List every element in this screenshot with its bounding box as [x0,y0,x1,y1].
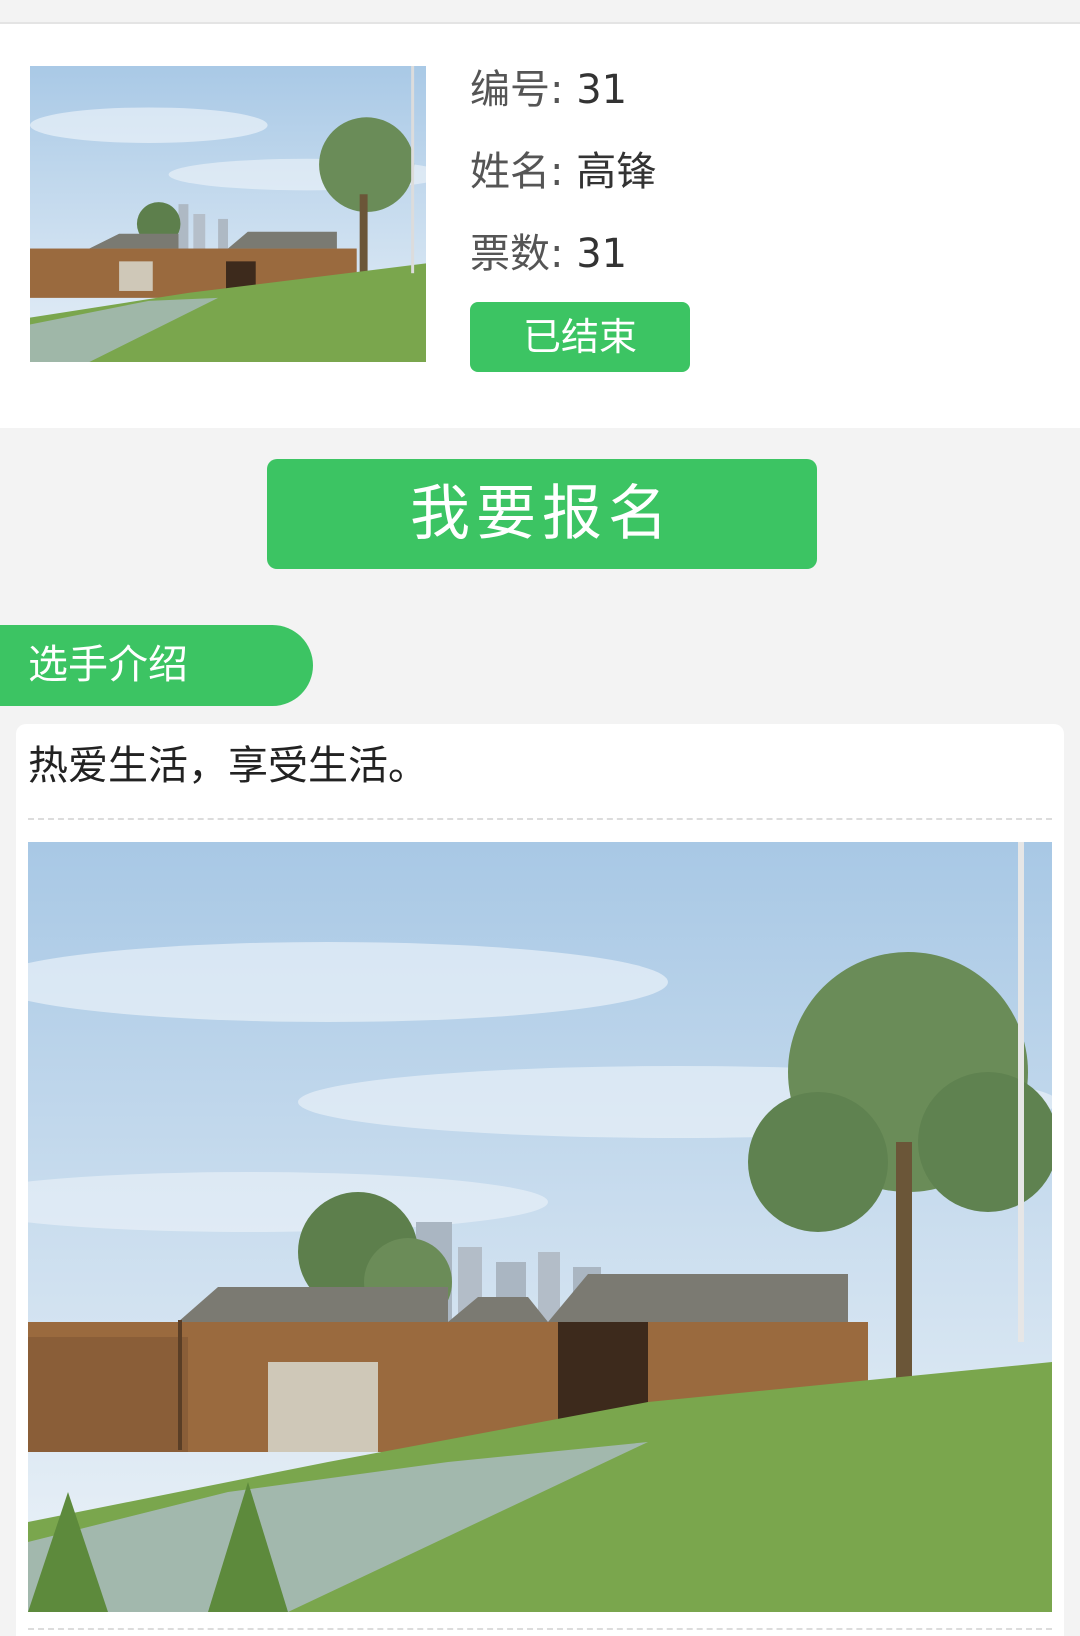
intro-photo[interactable] [28,842,1052,1612]
section-title-intro: 选手介绍 [0,625,313,706]
votes-label: 票数: [470,231,564,277]
votes-value: 31 [576,231,628,277]
status-ended-button[interactable]: 已结束 [470,302,690,372]
votes-row: 票数: 31 [470,230,627,278]
name-row: 姓名: 高锋 [470,148,656,196]
intro-text: 热爱生活，享受生活。 [28,743,428,789]
candidate-thumbnail[interactable] [30,66,426,362]
number-value: 31 [576,67,628,113]
bottom-divider [28,1628,1052,1630]
signup-button[interactable]: 我要报名 [267,459,817,569]
number-label: 编号: [470,67,564,113]
park-photo-icon [30,66,426,362]
number-row: 编号: 31 [470,66,627,114]
park-photo-icon [28,842,1052,1612]
name-value: 高锋 [576,149,657,195]
divider [28,818,1052,820]
name-label: 姓名: [470,149,564,195]
